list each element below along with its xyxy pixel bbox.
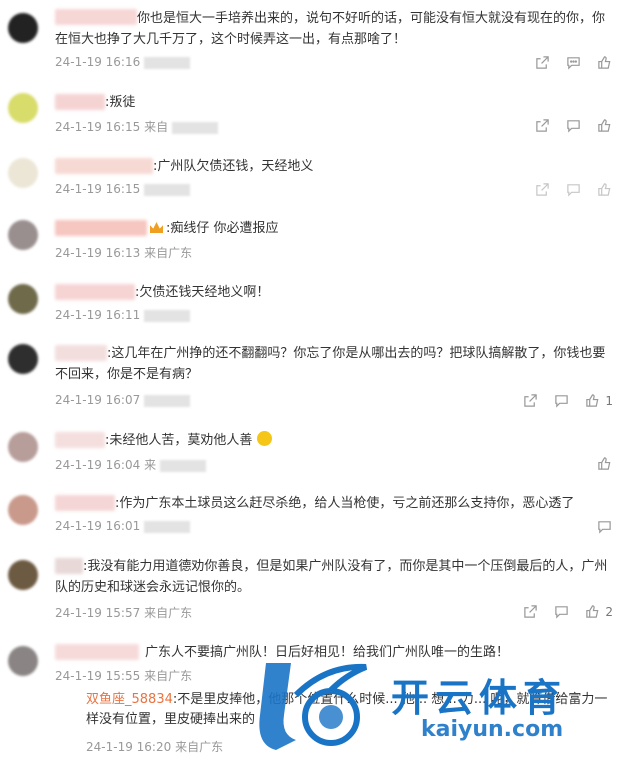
comment-actions — [534, 181, 613, 198]
comment-meta: 24-1-19 16:13 来自广东 — [55, 244, 192, 261]
location-redacted — [144, 520, 191, 533]
comment-time: 24-1-19 16:15 — [55, 182, 141, 196]
reply-username[interactable]: 双鱼座_58834 — [86, 692, 173, 707]
comment-icon[interactable] — [565, 54, 582, 71]
comment-meta: 24-1-19 16:15 — [55, 182, 191, 196]
avatar[interactable] — [8, 93, 38, 123]
comment-actions — [596, 518, 613, 535]
comment-text: :未经他人苦，莫劝他人善 — [55, 430, 613, 451]
location-redacted — [171, 121, 218, 134]
crown-badge-icon — [150, 222, 163, 233]
like-icon[interactable] — [596, 181, 613, 198]
comment-time: 24-1-19 16:15 — [55, 120, 141, 134]
share-icon[interactable] — [522, 603, 539, 620]
comment-text: :作为广东本土球员这么赶尽杀绝，给人当枪使，亏之前还那么支持你，恶心透了 — [115, 496, 575, 511]
location: 来自 — [144, 120, 169, 134]
comment-icon[interactable] — [553, 392, 570, 409]
like-icon[interactable] — [584, 392, 601, 409]
share-icon[interactable] — [534, 117, 551, 134]
location: 来自广东 — [144, 246, 193, 260]
avatar[interactable] — [8, 495, 38, 525]
comment-text: :叛徒 — [105, 95, 136, 110]
comment-text: :我没有能力用道德劝你善良，但是如果广州队没有了，而你是其中一个压倒最后的人，广… — [55, 559, 608, 595]
like-count: 2 — [605, 604, 613, 619]
watermark-en: kaiyun.com — [421, 717, 564, 742]
location: 来自广东 — [144, 669, 193, 683]
comment-meta: 24-1-19 16:15 来自 — [55, 118, 218, 135]
comment-icon[interactable] — [553, 603, 570, 620]
reply-time: 24-1-19 16:20 — [86, 740, 172, 754]
comment-meta: 24-1-19 16:01 — [55, 519, 191, 533]
comment-time: 24-1-19 16:01 — [55, 519, 141, 533]
comment-meta: 24-1-19 16:04 来 — [55, 456, 206, 473]
like-count: 1 — [605, 393, 613, 408]
comment-meta: 24-1-19 15:57 来自广东 — [55, 604, 192, 621]
avatar[interactable] — [8, 560, 38, 590]
comment-text: :这几年在广州挣的还不翻翻吗？你忘了你是从哪出去的吗？把球队搞解散了，你钱也要不… — [55, 346, 606, 382]
comment-meta: 24-1-19 16:11 — [55, 308, 191, 322]
share-icon[interactable] — [534, 181, 551, 198]
comment-body: :痴线仔 你必遭报应 — [166, 221, 279, 236]
share-icon[interactable] — [534, 54, 551, 71]
comment-text: :欠债还钱天经地义啊！ — [135, 285, 270, 300]
avatar[interactable] — [8, 13, 38, 43]
location-redacted — [159, 459, 206, 472]
watermark-cn: 开云体育 — [391, 676, 568, 720]
comment-meta: 24-1-19 16:07 — [55, 393, 191, 407]
comment-actions — [596, 455, 613, 472]
comment-time: 24-1-19 16:13 — [55, 246, 141, 260]
avatar[interactable] — [8, 158, 38, 188]
avatar[interactable] — [8, 220, 38, 250]
kaiyun-logo-icon — [259, 663, 368, 750]
like-icon[interactable] — [584, 603, 601, 620]
share-icon[interactable] — [522, 392, 539, 409]
comment-actions — [534, 54, 613, 71]
comment-icon[interactable] — [596, 518, 613, 535]
watermark: 开云体育 kaiyun.com — [236, 655, 631, 760]
smile-emoji-icon — [256, 431, 272, 446]
comment-text: :痴线仔 你必遭报应 — [55, 218, 613, 239]
comment-actions: 1 — [522, 392, 613, 409]
comment-time: 24-1-19 16:04 — [55, 458, 141, 472]
location: 来自广东 — [144, 606, 193, 620]
comment-meta: 24-1-19 15:55 来自广东 — [55, 667, 192, 684]
comment-body: :未经他人苦，莫劝他人善 — [105, 433, 253, 448]
location: 来 — [144, 458, 157, 472]
comment-icon[interactable] — [565, 117, 582, 134]
location-redacted — [144, 56, 191, 69]
location-redacted — [144, 183, 191, 196]
comment-text: 你也是恒大一手培养出来的，说句不好听的话，可能没有恒大就没有现在的你，你在恒大也… — [55, 11, 606, 47]
avatar[interactable] — [8, 284, 38, 314]
comment-time: 24-1-19 15:57 — [55, 606, 141, 620]
comment-icon[interactable] — [565, 181, 582, 198]
like-icon[interactable] — [596, 455, 613, 472]
reply-location: 来自广东 — [175, 740, 224, 754]
like-icon[interactable] — [596, 54, 613, 71]
avatar[interactable] — [8, 344, 38, 374]
comment-time: 24-1-19 16:07 — [55, 393, 141, 407]
comment-time: 24-1-19 16:11 — [55, 308, 141, 322]
location-redacted — [144, 394, 191, 407]
comment-actions — [534, 117, 613, 134]
comment-text: :广州队欠债还钱，天经地义 — [153, 159, 314, 174]
avatar[interactable] — [8, 432, 38, 462]
comment-actions: 2 — [522, 603, 613, 620]
like-icon[interactable] — [596, 117, 613, 134]
reply-meta: 24-1-19 16:20 来自广东 — [86, 738, 223, 755]
avatar[interactable] — [8, 646, 38, 676]
location-redacted — [144, 309, 191, 322]
comment-time: 24-1-19 16:16 — [55, 55, 141, 69]
comment-time: 24-1-19 15:55 — [55, 669, 141, 683]
comment-meta: 24-1-19 16:16 — [55, 55, 191, 69]
